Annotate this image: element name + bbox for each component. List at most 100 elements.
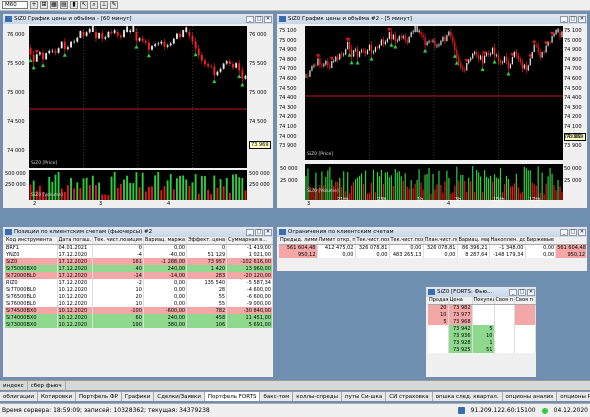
table-row[interactable]: SiZ0 17.12.2020 161 -1 288,00 73 957 -102 616… <box>5 258 273 265</box>
tab-workspace[interactable]: Котировки <box>38 392 77 401</box>
close-button[interactable]: ✕ <box>264 15 272 23</box>
close-button[interactable]: ✕ <box>264 228 272 236</box>
grid-icon[interactable]: ▦ <box>50 1 58 9</box>
order-book-row[interactable]: 5 73 968 <box>428 318 536 325</box>
candle-body <box>478 55 480 60</box>
tab-workspace[interactable]: путы Си-шка <box>342 392 387 401</box>
tab-workspace[interactable]: бакс-том <box>260 392 294 401</box>
cursor-icon[interactable]: ↖ <box>80 1 88 9</box>
column-header[interactable]: Цена <box>448 297 473 305</box>
pen-icon[interactable]: ✎ <box>110 1 118 9</box>
column-header[interactable]: План.чист.поз. <box>423 237 458 245</box>
tab-workspace[interactable]: Портфель ФР <box>76 392 122 401</box>
minimize-button[interactable]: _ <box>560 15 568 23</box>
tab-workspace[interactable]: Сделки/Заявки <box>154 392 205 401</box>
candle-body <box>517 55 519 60</box>
table-row[interactable]: 950,12 0,00 0,00 483 265,13 0,00 8 287,64 -148… <box>279 251 587 258</box>
close-button[interactable]: ✕ <box>578 15 586 23</box>
order-book-row[interactable]: 20 73 982 <box>428 304 536 311</box>
tab-workspace[interactable]: опционы РТС <box>557 392 590 401</box>
tab-index[interactable]: индекс <box>0 381 28 391</box>
price-plot[interactable] <box>304 20 563 160</box>
window-titlebar[interactable]: Ограничения по клиентским счетам _ □ ✕ <box>277 227 587 237</box>
ruler-icon[interactable]: ⊥ <box>100 1 108 9</box>
table-icon[interactable]: ▤ <box>60 1 68 9</box>
table-row[interactable]: BRF1 04.01.2021 0 0,00 0 -1 419,00 <box>5 244 273 251</box>
table-row[interactable]: Si76000BL0 10.12.2020 10 0,00 55 -9 000,00 <box>5 300 273 307</box>
maximize-button[interactable]: □ <box>569 15 577 23</box>
column-header[interactable]: Предыд. лимит откр. п <box>279 237 318 245</box>
minimize-button[interactable]: _ <box>560 228 568 236</box>
table-row[interactable]: Si74500BX0 10.12.2020 -100 -600,00 782 -30 84… <box>5 307 273 314</box>
interval-select[interactable]: M60 <box>2 1 28 9</box>
maximize-button[interactable]: □ <box>255 228 263 236</box>
close-button[interactable]: ✕ <box>527 288 535 296</box>
volume-bar <box>392 185 394 200</box>
tab-workspace[interactable]: СИ страховка <box>386 392 433 401</box>
positions-table: Код инструмента Дата погаш. Тек. чист.по… <box>5 237 273 328</box>
table-row[interactable]: Si74000BX0 10.12.2020 60 240,00 458 11 451,00 <box>5 314 273 321</box>
table-cell: 51 129 <box>186 251 228 258</box>
tab-workspace[interactable]: опшка след. квартал. <box>433 392 503 401</box>
order-book-row[interactable]: 10 73 977 <box>428 311 536 318</box>
column-header[interactable]: Биржевые <box>525 237 587 245</box>
column-header[interactable]: Продаж <box>428 297 449 305</box>
order-book-row[interactable]: 73 928 1 <box>428 339 536 346</box>
volume-bar <box>432 173 434 200</box>
column-header[interactable]: Накоплен. доход <box>489 237 526 245</box>
tab-workspace[interactable]: Графики <box>122 392 155 401</box>
table-row[interactable]: 561 604,48 412 475,02 326 078,81 0,00 326 07… <box>279 244 587 251</box>
column-header[interactable]: Своя п <box>514 297 536 305</box>
column-header[interactable]: Тек. чист.позиция <box>92 237 144 245</box>
column-header[interactable]: Вариац. маржа <box>457 237 490 245</box>
order-book-row[interactable]: 73 936 10 <box>428 332 536 339</box>
column-header[interactable]: Лимит откр. позиций <box>317 237 356 245</box>
tab-sber-futures[interactable]: сбер фьюч <box>28 381 66 391</box>
price-plot[interactable] <box>28 19 247 168</box>
maximize-button[interactable]: □ <box>569 228 577 236</box>
window-titlebar[interactable]: Позиции по клиентским счетам (фьючерсы) … <box>3 227 273 237</box>
table-row[interactable]: Si72000BL0 17.12.2020 -14 -14,00 283 -20 120,… <box>5 272 273 279</box>
table-row[interactable]: RIZ0 17.12.2020 -2 0,00 135 540 -5 587,34 <box>5 279 273 286</box>
maximize-button[interactable]: □ <box>255 15 263 23</box>
tab-workspace[interactable]: Портфель FORTS <box>204 392 261 401</box>
volume-plot[interactable] <box>305 164 563 200</box>
minimize-button[interactable]: _ <box>246 228 254 236</box>
column-header[interactable]: Суммарная в... <box>226 237 273 245</box>
tab-workspace[interactable]: облигации <box>0 392 38 401</box>
candle-body <box>79 31 82 38</box>
column-header[interactable]: Покупка <box>472 297 495 305</box>
tab-workspace[interactable]: коллы-спреды <box>293 392 342 401</box>
order-book-row[interactable]: 73 925 51 <box>428 346 536 353</box>
volume-bar <box>446 170 448 200</box>
table-row[interactable]: Si75000BX0 17.12.2020 40 240,00 1 420 13 960,… <box>5 265 273 272</box>
table-row[interactable]: YNZ0 17.12.2020 -4 -40,00 51 129 1 021,00 <box>5 251 273 258</box>
window-titlebar[interactable]: SiZ0 [FORTS: Фью... _ □ ✕ <box>426 287 536 297</box>
window-titlebar[interactable]: SiZ0 График цены и объёма #2 - [5 минут]… <box>277 14 587 24</box>
chart-icon[interactable]: ▮ <box>70 1 78 9</box>
candle-body <box>438 44 440 46</box>
candle-body <box>138 38 141 41</box>
time-axis-label: 21th <box>337 197 349 203</box>
close-button[interactable]: ✕ <box>578 228 586 236</box>
volume-bar <box>166 180 169 200</box>
column-header[interactable]: Тек.чист.поз. ( <box>389 237 424 245</box>
tab-workspace[interactable]: опционы анализ <box>503 392 558 401</box>
column-header[interactable]: Эффект. цена <box>186 237 228 245</box>
minimize-button[interactable]: _ <box>246 15 254 23</box>
column-header[interactable]: Вариац. маржа <box>143 237 188 245</box>
column-header[interactable]: Код инструмента <box>5 237 58 245</box>
crosshair-icon[interactable]: + <box>30 1 38 9</box>
order-book-row[interactable]: 73 942 5 <box>428 325 536 332</box>
zoom-icon[interactable]: ⌕ <box>90 1 98 9</box>
column-header[interactable]: Дата погаш. <box>57 237 94 245</box>
table-row[interactable]: Si76500BL0 10.12.2020 20 0,00 55 -6 600,00 <box>5 293 273 300</box>
minimize-button[interactable]: _ <box>509 288 517 296</box>
table-row[interactable]: Si73000BX0 10.12.2020 190 380,00 106 5 691,00 <box>5 321 273 328</box>
table-row[interactable]: Si77000BL0 10.12.2020 10 0,00 28 -4 600,00 <box>5 286 273 293</box>
maximize-button[interactable]: □ <box>518 288 526 296</box>
plus-icon[interactable]: ⊞ <box>40 1 48 9</box>
column-header[interactable]: Своя п <box>494 297 515 305</box>
column-header[interactable]: Тек.чист.поз. <box>355 237 390 245</box>
window-titlebar[interactable]: SiZ0 График цены и объёма - [60 минут] _… <box>3 14 273 24</box>
